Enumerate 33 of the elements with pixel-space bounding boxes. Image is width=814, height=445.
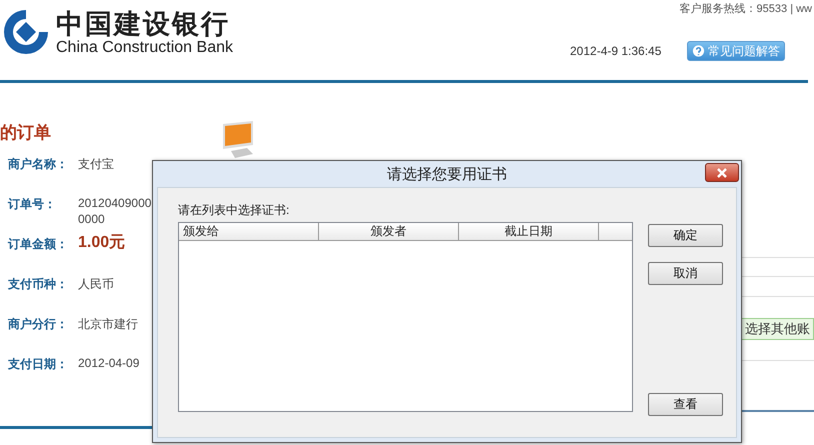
order-heading: 的订单 — [0, 122, 51, 144]
dialog-title: 请选择您要用证书 — [387, 164, 507, 184]
other-account-button[interactable]: 选择其他账 — [741, 318, 814, 340]
field-value: 人民币 — [78, 276, 114, 293]
cancel-button[interactable]: 取消 — [648, 262, 723, 285]
close-icon — [717, 168, 727, 178]
header-filler — [599, 223, 632, 240]
ok-button[interactable]: 确定 — [648, 224, 723, 247]
list-prompt: 请在列表中选择证书: — [178, 202, 290, 219]
field-label: 订单号： — [6, 196, 57, 213]
bank-name: 中国建设银行 — [56, 8, 231, 40]
amount-value: 1.00元 — [78, 233, 126, 253]
date-time: 2012-4-9 1:36:45 — [570, 44, 662, 58]
field-value: 20120409000 — [78, 196, 152, 210]
field-label: 订单金额： — [6, 236, 69, 253]
help-icon — [692, 44, 705, 58]
bank-logo-icon — [2, 8, 50, 56]
close-button[interactable] — [705, 163, 739, 182]
field-value: 北京市建行 — [78, 316, 138, 333]
field-value: 2012-04-09 — [78, 356, 140, 370]
field-label: 商户分行： — [7, 316, 69, 333]
field-value: 0000 — [78, 212, 105, 226]
column-header[interactable]: 颁发者 — [319, 223, 459, 240]
field-label: 支付日期： — [7, 356, 69, 373]
field-label: 支付币种： — [7, 276, 69, 293]
bank-english-name: China Construction Bank — [56, 40, 233, 56]
hotline-text: 客户服务热线：95533 | ww — [680, 2, 812, 16]
view-button[interactable]: 查看 — [648, 393, 723, 416]
field-value: 支付宝 — [78, 156, 114, 173]
column-header[interactable]: 颁发给 — [179, 223, 319, 240]
certificate-list[interactable]: 颁发给 颁发者 截止日期 — [178, 222, 633, 412]
field-label: 商户名称： — [7, 156, 69, 173]
column-header[interactable]: 截止日期 — [459, 223, 599, 240]
